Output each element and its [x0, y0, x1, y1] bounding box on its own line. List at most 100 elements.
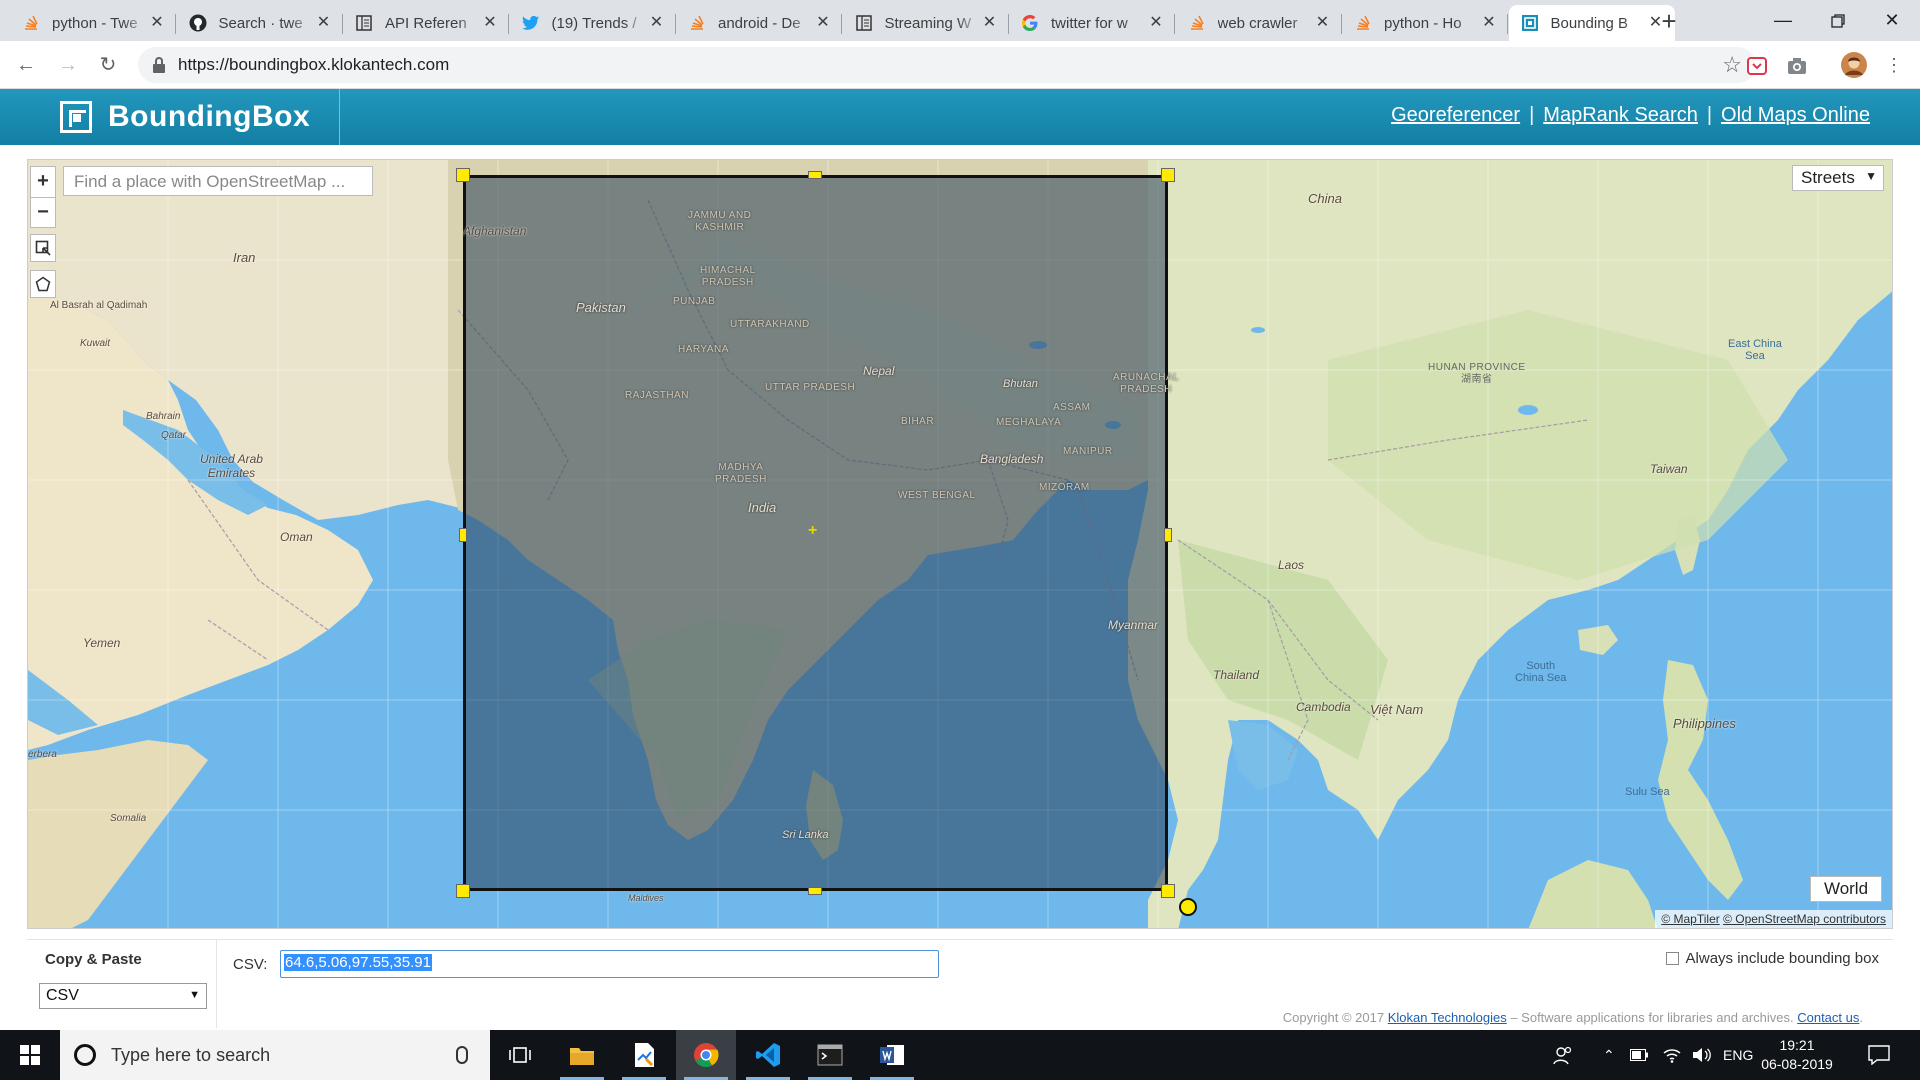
system-clock[interactable]: 19:21 06-08-2019: [1752, 1036, 1842, 1074]
bbox-edge-handle-s[interactable]: [808, 887, 822, 895]
maprank-search-link[interactable]: MapRank Search: [1543, 104, 1698, 127]
tab-close-icon[interactable]: ✕: [1314, 14, 1332, 32]
back-icon[interactable]: ←: [12, 51, 40, 79]
start-button[interactable]: [0, 1030, 60, 1080]
language-indicator[interactable]: ENG: [1723, 1030, 1753, 1080]
copyright-text: Copyright © 2017: [1282, 1010, 1385, 1025]
minimize-button[interactable]: —: [1755, 0, 1811, 41]
map-label: China: [1308, 191, 1342, 206]
browser-tab[interactable]: web crawler ✕: [1176, 5, 1342, 41]
bbox-drag-handle[interactable]: [1179, 898, 1197, 916]
stackoverflow-icon: [688, 14, 706, 32]
tab-close-icon[interactable]: ✕: [481, 14, 499, 32]
wifi-icon[interactable]: [1663, 1030, 1681, 1080]
old-maps-online-link[interactable]: Old Maps Online: [1721, 104, 1870, 127]
microphone-icon[interactable]: [456, 1046, 468, 1064]
map-label: Myanmar: [1108, 618, 1159, 632]
bbox-center-marker[interactable]: +: [808, 522, 817, 540]
draw-rectangle-button[interactable]: [30, 234, 56, 262]
map-label: United Arab Emirates: [200, 452, 263, 480]
osm-link[interactable]: © OpenStreetMap contributors: [1723, 912, 1886, 926]
layer-select[interactable]: Streets ▼: [1792, 165, 1884, 191]
people-icon[interactable]: [1553, 1030, 1573, 1080]
close-window-button[interactable]: ✕: [1864, 0, 1920, 41]
task-view-button[interactable]: [490, 1030, 550, 1080]
tab-title: API Referen: [385, 14, 467, 32]
tab-close-icon[interactable]: ✕: [648, 14, 666, 32]
browser-tab[interactable]: twitter for w ✕: [1009, 5, 1175, 41]
taskbar-vscode[interactable]: [738, 1030, 798, 1080]
world-button[interactable]: World: [1810, 876, 1882, 902]
tab-close-icon[interactable]: ✕: [981, 14, 999, 32]
browser-menu-icon[interactable]: ⋮: [1880, 51, 1908, 79]
bbox-edge-handle-e[interactable]: [1164, 528, 1172, 542]
csv-value-selected[interactable]: 64.6,5.06,97.55,35.91: [284, 954, 432, 971]
taskbar-app-document[interactable]: [614, 1030, 674, 1080]
address-bar[interactable]: https://boundingbox.klokantech.com ☆: [138, 47, 1756, 83]
map-label: Somalia: [110, 813, 147, 824]
format-select-value: CSV: [46, 987, 79, 1004]
tray-expand-icon[interactable]: ⌃: [1603, 1030, 1615, 1080]
tab-close-icon[interactable]: ✕: [814, 14, 832, 32]
battery-icon[interactable]: [1630, 1030, 1648, 1080]
csv-output-field[interactable]: 64.6,5.06,97.55,35.91: [280, 950, 939, 978]
browser-tab[interactable]: python - Ho ✕: [1342, 5, 1508, 41]
tab-close-icon[interactable]: ✕: [1147, 14, 1165, 32]
map-label: South China Sea: [1515, 660, 1567, 684]
camera-extension-icon[interactable]: [1786, 55, 1808, 77]
url-text[interactable]: https://boundingbox.klokantech.com: [178, 55, 449, 75]
taskbar-chrome[interactable]: [676, 1030, 736, 1080]
forward-icon[interactable]: →: [54, 51, 82, 79]
new-tab-button[interactable]: +: [1655, 8, 1683, 36]
taskbar-file-explorer[interactable]: [552, 1030, 612, 1080]
brand[interactable]: BoundingBox: [0, 89, 340, 145]
map-label: Maldives: [628, 893, 664, 903]
bbox-corner-handle-se[interactable]: [1161, 884, 1175, 898]
draw-polygon-button[interactable]: [30, 270, 56, 298]
browser-tab[interactable]: (19) Trends / ✕: [510, 5, 676, 41]
bbox-corner-handle-ne[interactable]: [1161, 168, 1175, 182]
bookmark-star-icon[interactable]: ☆: [1722, 52, 1742, 78]
tab-title: twitter for w: [1051, 14, 1128, 32]
map-label: Sulu Sea: [1625, 786, 1670, 798]
browser-tab[interactable]: Bounding B ✕: [1508, 5, 1675, 41]
pocket-extension-icon[interactable]: [1746, 55, 1768, 77]
tab-title: web crawler: [1217, 14, 1298, 32]
browser-tab[interactable]: API Referen ✕: [343, 5, 509, 41]
map-label: HUNAN PROVINCE 湖南省: [1428, 362, 1526, 385]
place-search-box[interactable]: [63, 166, 373, 196]
reload-icon[interactable]: ↻: [94, 51, 122, 79]
volume-icon[interactable]: [1692, 1030, 1712, 1080]
notifications-icon[interactable]: [1868, 1030, 1890, 1080]
klokan-link[interactable]: Klokan Technologies: [1388, 1010, 1507, 1025]
map-label: UTTARAKHAND: [730, 319, 810, 330]
taskbar-search-box[interactable]: Type here to search: [60, 1030, 490, 1080]
bbox-corner-handle-sw[interactable]: [456, 884, 470, 898]
browser-tab[interactable]: Search · twe ✕: [177, 5, 343, 41]
maximize-button[interactable]: [1810, 0, 1866, 41]
tab-close-icon[interactable]: ✕: [315, 14, 333, 32]
contact-link[interactable]: Contact us: [1797, 1010, 1859, 1025]
map-canvas[interactable]: + Afghanistan Iran Pakistan China India …: [27, 159, 1893, 929]
browser-tab[interactable]: python - Twe ✕: [10, 5, 176, 41]
map-label: MADHYA PRADESH: [715, 462, 767, 485]
bbox-edge-handle-w[interactable]: [459, 528, 467, 542]
georeferencer-link[interactable]: Georeferencer: [1391, 104, 1520, 127]
browser-tab[interactable]: Streaming W ✕: [843, 5, 1009, 41]
tab-close-icon[interactable]: ✕: [1480, 14, 1498, 32]
taskbar-terminal[interactable]: [800, 1030, 860, 1080]
maptiler-link[interactable]: © MapTiler: [1661, 912, 1719, 926]
format-select[interactable]: CSV ▼: [39, 983, 207, 1009]
zoom-out-button[interactable]: −: [31, 197, 55, 227]
place-search-input[interactable]: [74, 172, 362, 192]
bbox-corner-handle-nw[interactable]: [456, 168, 470, 182]
taskbar-search-text[interactable]: Type here to search: [111, 1045, 456, 1066]
always-include-checkbox[interactable]: [1665, 952, 1679, 965]
zoom-in-button[interactable]: +: [31, 167, 55, 197]
tab-close-icon[interactable]: ✕: [148, 14, 166, 32]
bbox-edge-handle-n[interactable]: [808, 171, 822, 179]
taskbar-word[interactable]: [862, 1030, 922, 1080]
always-include-option[interactable]: Always include bounding box: [1665, 950, 1879, 967]
browser-tab[interactable]: android - De ✕: [676, 5, 842, 41]
profile-avatar[interactable]: [1841, 52, 1867, 78]
